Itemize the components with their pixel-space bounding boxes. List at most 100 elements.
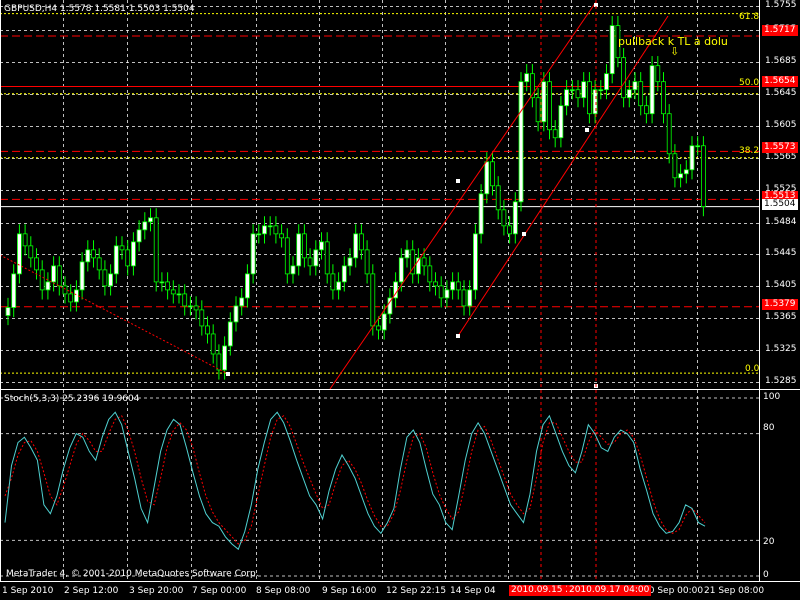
candle-body: [222, 345, 228, 371]
candle-body: [22, 233, 28, 247]
anchor-point[interactable]: [226, 372, 230, 376]
time-axis-label: 8 Sep 08:00: [256, 586, 311, 596]
anchor-point[interactable]: [585, 128, 589, 132]
candle-body: [102, 269, 108, 287]
candle-body: [262, 225, 267, 235]
candle-body: [438, 285, 444, 299]
candle-body: [187, 305, 193, 308]
candle-body: [313, 249, 319, 267]
candle-body: [244, 273, 250, 299]
copyright-text: MetaTrader 4, © 2001-2010 MetaQuotes Sof…: [6, 569, 259, 579]
candle-body: [45, 281, 51, 291]
candle-body: [678, 173, 683, 179]
candle-body: [273, 225, 279, 235]
candle-body: [495, 185, 501, 211]
fib-label-500: 50.0: [739, 78, 760, 88]
candle-body: [51, 265, 56, 283]
stochastic-panel[interactable]: [0, 390, 800, 582]
candle-body: [205, 325, 210, 335]
candle-body: [279, 233, 285, 239]
candle-body: [450, 281, 456, 291]
anchor-point[interactable]: [456, 179, 460, 183]
candle-body: [324, 241, 330, 275]
candle-body: [91, 249, 96, 259]
candle-body: [5, 307, 11, 316]
price-axis-label: 1.5325: [765, 343, 797, 354]
candle-body: [119, 245, 125, 251]
candle-body: [62, 285, 68, 295]
price-axis-label: 1.5484: [765, 216, 797, 227]
candle-body: [421, 257, 427, 267]
candle-body: [661, 81, 666, 115]
candle-body: [609, 25, 615, 75]
candle-body: [113, 245, 119, 275]
candle-body: [296, 233, 302, 267]
candle-body: [165, 281, 171, 291]
candle-body: [638, 81, 644, 107]
stoch-level-0: 0: [763, 570, 769, 580]
price-axis-label: 1.5365: [765, 311, 797, 322]
indicator-header: Stoch(5,3,3) 25.2396 19.9604: [4, 394, 140, 404]
price-tag-6: 1.5379: [762, 299, 798, 310]
candle-body: [626, 89, 632, 99]
metatrader-chart-window: GBPUSD,H4 1.5578 1.5581 1.5503 1.5504 1.…: [0, 0, 800, 600]
candle-body: [176, 293, 182, 296]
candle-body: [96, 257, 102, 271]
candle-body: [39, 269, 45, 291]
price-axis-label: 1.5405: [765, 279, 797, 290]
price-tag-current: 1.5504: [762, 199, 798, 210]
candle-body: [467, 289, 473, 307]
candle-body: [501, 209, 507, 227]
candle-body: [689, 145, 695, 171]
candle-body: [290, 265, 296, 275]
candle-body: [666, 113, 672, 155]
candle-body: [125, 249, 131, 267]
candle-body: [655, 65, 661, 83]
candle-body: [210, 333, 216, 355]
candle-body: [74, 289, 79, 303]
candle-body: [621, 57, 626, 99]
candle-body: [199, 309, 205, 327]
price-axis-label: 1.5755: [765, 0, 797, 10]
candle-body: [598, 89, 604, 92]
candle-body: [233, 305, 239, 323]
time-axis-label: 3 Sep 20:00: [129, 586, 184, 596]
candle-body: [701, 145, 706, 208]
time-axis-label: 20 Sep 00:00: [643, 586, 704, 596]
candle-body: [85, 249, 91, 263]
price-axis-label: 1.5645: [765, 87, 797, 98]
candle-body: [301, 233, 307, 259]
candle-body: [558, 105, 564, 139]
candle-body: [159, 281, 165, 284]
price-tag-2: 1.5654: [762, 76, 798, 87]
candle-body: [11, 273, 17, 308]
candle-body: [644, 105, 649, 115]
time-axis-label: 12 Sep 22:15: [386, 586, 447, 596]
candle-body: [564, 89, 569, 107]
candle-body: [256, 233, 262, 236]
candle-body: [490, 161, 495, 187]
candle-body: [130, 241, 136, 267]
candle-body: [216, 353, 222, 371]
candle-body: [683, 169, 689, 175]
anchor-point[interactable]: [456, 334, 460, 338]
candle-body: [455, 281, 461, 291]
arrow-down-icon: ⇩: [670, 45, 680, 58]
price-axis-label: 1.5285: [765, 375, 797, 386]
candle-body: [347, 257, 353, 267]
candle-body: [632, 81, 638, 91]
price-axis-label: 1.5605: [765, 119, 797, 130]
candle-body: [56, 265, 62, 287]
candle-body: [336, 281, 342, 291]
price-axis-label: 1.5685: [765, 55, 797, 66]
candle-body: [250, 233, 256, 275]
price-tag-3: 1.5573: [762, 142, 798, 153]
price-axis-label: 1.5565: [765, 151, 797, 162]
candle-body: [427, 265, 433, 283]
candle-body: [604, 73, 609, 91]
anchor-point[interactable]: [522, 232, 526, 236]
candle-body: [569, 89, 575, 92]
price-chart[interactable]: [0, 0, 800, 390]
candle-body: [358, 233, 364, 251]
candle-body: [148, 217, 153, 223]
